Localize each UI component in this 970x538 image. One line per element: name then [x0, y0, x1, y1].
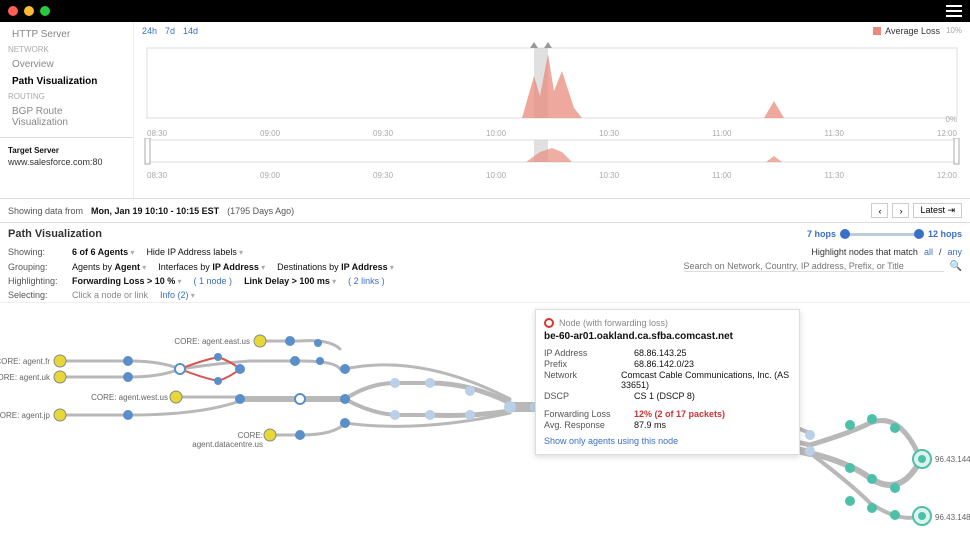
range-suffix: (1795 Days Ago)	[227, 206, 294, 216]
hl-fwloss-note[interactable]: ( 1 node )	[194, 276, 233, 286]
tooltip-title: be-60-ar01.oakland.ca.sfba.comcast.net	[544, 331, 791, 342]
chart-legend: Average Loss	[873, 26, 940, 36]
data-range-row: Showing data from Mon, Jan 19 10:10 - 10…	[0, 198, 970, 222]
legend-swatch	[873, 27, 881, 35]
tab-14d[interactable]: 14d	[183, 26, 198, 36]
tab-24h[interactable]: 24h	[142, 26, 157, 36]
search-icon[interactable]: 🔍	[950, 261, 962, 272]
tab-7d[interactable]: 7d	[165, 26, 175, 36]
loss-node-icon	[544, 318, 554, 328]
maximize-icon[interactable]	[40, 6, 50, 16]
info-dropdown[interactable]: Info (2)	[160, 290, 195, 300]
hide-labels-dropdown[interactable]: Hide IP Address labels	[146, 247, 243, 257]
match-label: Highlight nodes that match	[811, 247, 918, 257]
hl-fwloss-dropdown[interactable]: Forwarding Loss > 10 %	[72, 276, 182, 286]
selecting-hint: Click a node or link	[72, 290, 148, 300]
range-prefix: Showing data from	[8, 206, 83, 216]
latest-button[interactable]: Latest ⇥	[913, 203, 962, 218]
slider-track[interactable]	[842, 233, 922, 236]
close-icon[interactable]	[8, 6, 18, 16]
titlebar	[0, 0, 970, 22]
showing-label: Showing:	[8, 247, 60, 257]
hl-delay-dropdown[interactable]: Link Delay > 100 ms	[244, 276, 336, 286]
hops-slider[interactable]: 7 hops 12 hops	[807, 229, 962, 239]
sidebar-heading-routing: ROUTING	[0, 90, 133, 103]
sidebar-heading-network: NETWORK	[0, 43, 133, 56]
match-any[interactable]: any	[947, 247, 962, 257]
hl-delay-note[interactable]: ( 2 links )	[348, 276, 385, 286]
group-dest-dropdown[interactable]: Destinations by IP Address	[277, 262, 394, 272]
selecting-label: Selecting:	[8, 290, 60, 300]
match-all[interactable]: all	[924, 247, 933, 257]
section-header: Path Visualization 7 hops 12 hops	[0, 222, 970, 245]
sidebar-item-pathviz[interactable]: Path Visualization	[0, 73, 133, 90]
search-input[interactable]	[684, 261, 944, 272]
prev-button[interactable]: ‹	[871, 203, 888, 218]
next-button[interactable]: ›	[892, 203, 909, 218]
sidebar-item-http[interactable]: HTTP Server	[0, 26, 133, 43]
sidebar-item-bgp[interactable]: BGP Route Visualization	[0, 103, 133, 131]
target-server-value: www.salesforce.com:80	[0, 157, 133, 167]
hamburger-icon[interactable]	[946, 5, 962, 17]
y-max: 10%	[946, 26, 962, 35]
svg-text:0%: 0%	[945, 115, 957, 124]
section-title: Path Visualization	[8, 228, 102, 240]
minimize-icon[interactable]	[24, 6, 34, 16]
highlighting-label: Highlighting:	[8, 276, 60, 286]
range-value: Mon, Jan 19 10:10 - 10:15 EST	[91, 206, 219, 216]
path-graph	[0, 303, 970, 538]
grouping-label: Grouping:	[8, 262, 60, 272]
sidebar-item-overview[interactable]: Overview	[0, 56, 133, 73]
tooltip-filter-link[interactable]: Show only agents using this node	[544, 436, 791, 446]
showing-dropdown[interactable]: 6 of 6 Agents	[72, 247, 134, 257]
window-controls	[8, 6, 50, 16]
path-visualization[interactable]: CORE: agent.east.us CORE: agent.fr CORE:…	[0, 302, 970, 538]
sidebar: HTTP Server NETWORK Overview Path Visual…	[0, 22, 134, 198]
node-tooltip: Node (with forwarding loss) be-60-ar01.o…	[535, 309, 800, 455]
group-agents-dropdown[interactable]: Agents by Agent	[72, 262, 146, 272]
target-server-label: Target Server	[0, 144, 133, 157]
timeline-chart[interactable]: 24h 7d 14d Average Loss 10% 0% 08:3009:0…	[134, 22, 970, 198]
chart-upper: 0%	[142, 36, 962, 126]
chart-lower	[142, 138, 962, 168]
group-if-dropdown[interactable]: Interfaces by IP Address	[158, 262, 265, 272]
